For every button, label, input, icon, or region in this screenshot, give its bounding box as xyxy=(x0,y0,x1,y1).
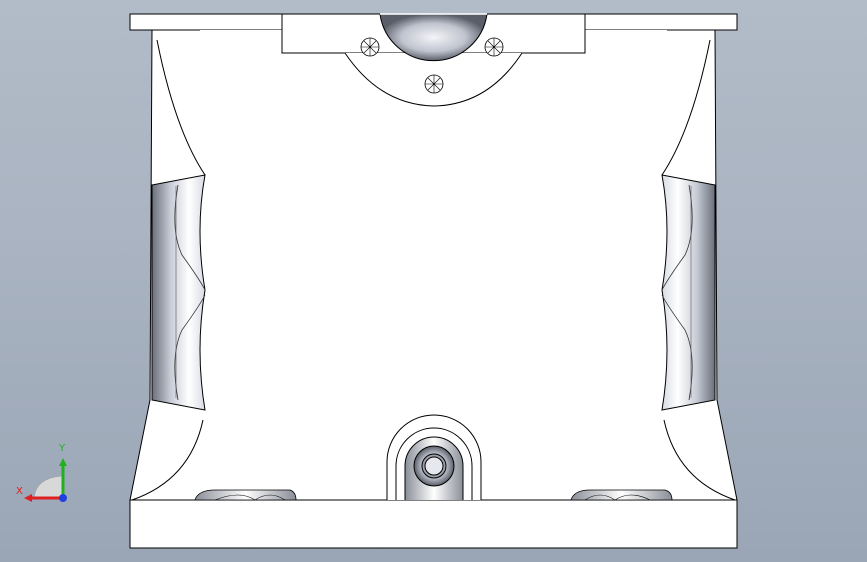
cad-graphics-area[interactable] xyxy=(0,0,867,562)
right-bore xyxy=(661,174,716,411)
x-arrow-head xyxy=(24,494,32,502)
z-axis-dot xyxy=(59,494,67,502)
y-arrow-head xyxy=(59,458,67,466)
triad-y-label: Y xyxy=(59,443,66,454)
bolt-hole-right xyxy=(484,37,504,57)
bolt-hole-left xyxy=(360,37,380,57)
view-plane-shape xyxy=(33,475,63,499)
bolt-hole-bottom xyxy=(424,74,444,94)
coordinate-triad: X Y xyxy=(12,440,82,510)
bottom-lug[interactable] xyxy=(386,414,482,500)
left-bore xyxy=(151,174,206,411)
base-plate[interactable] xyxy=(129,499,738,549)
triad-x-label: X xyxy=(16,486,23,497)
